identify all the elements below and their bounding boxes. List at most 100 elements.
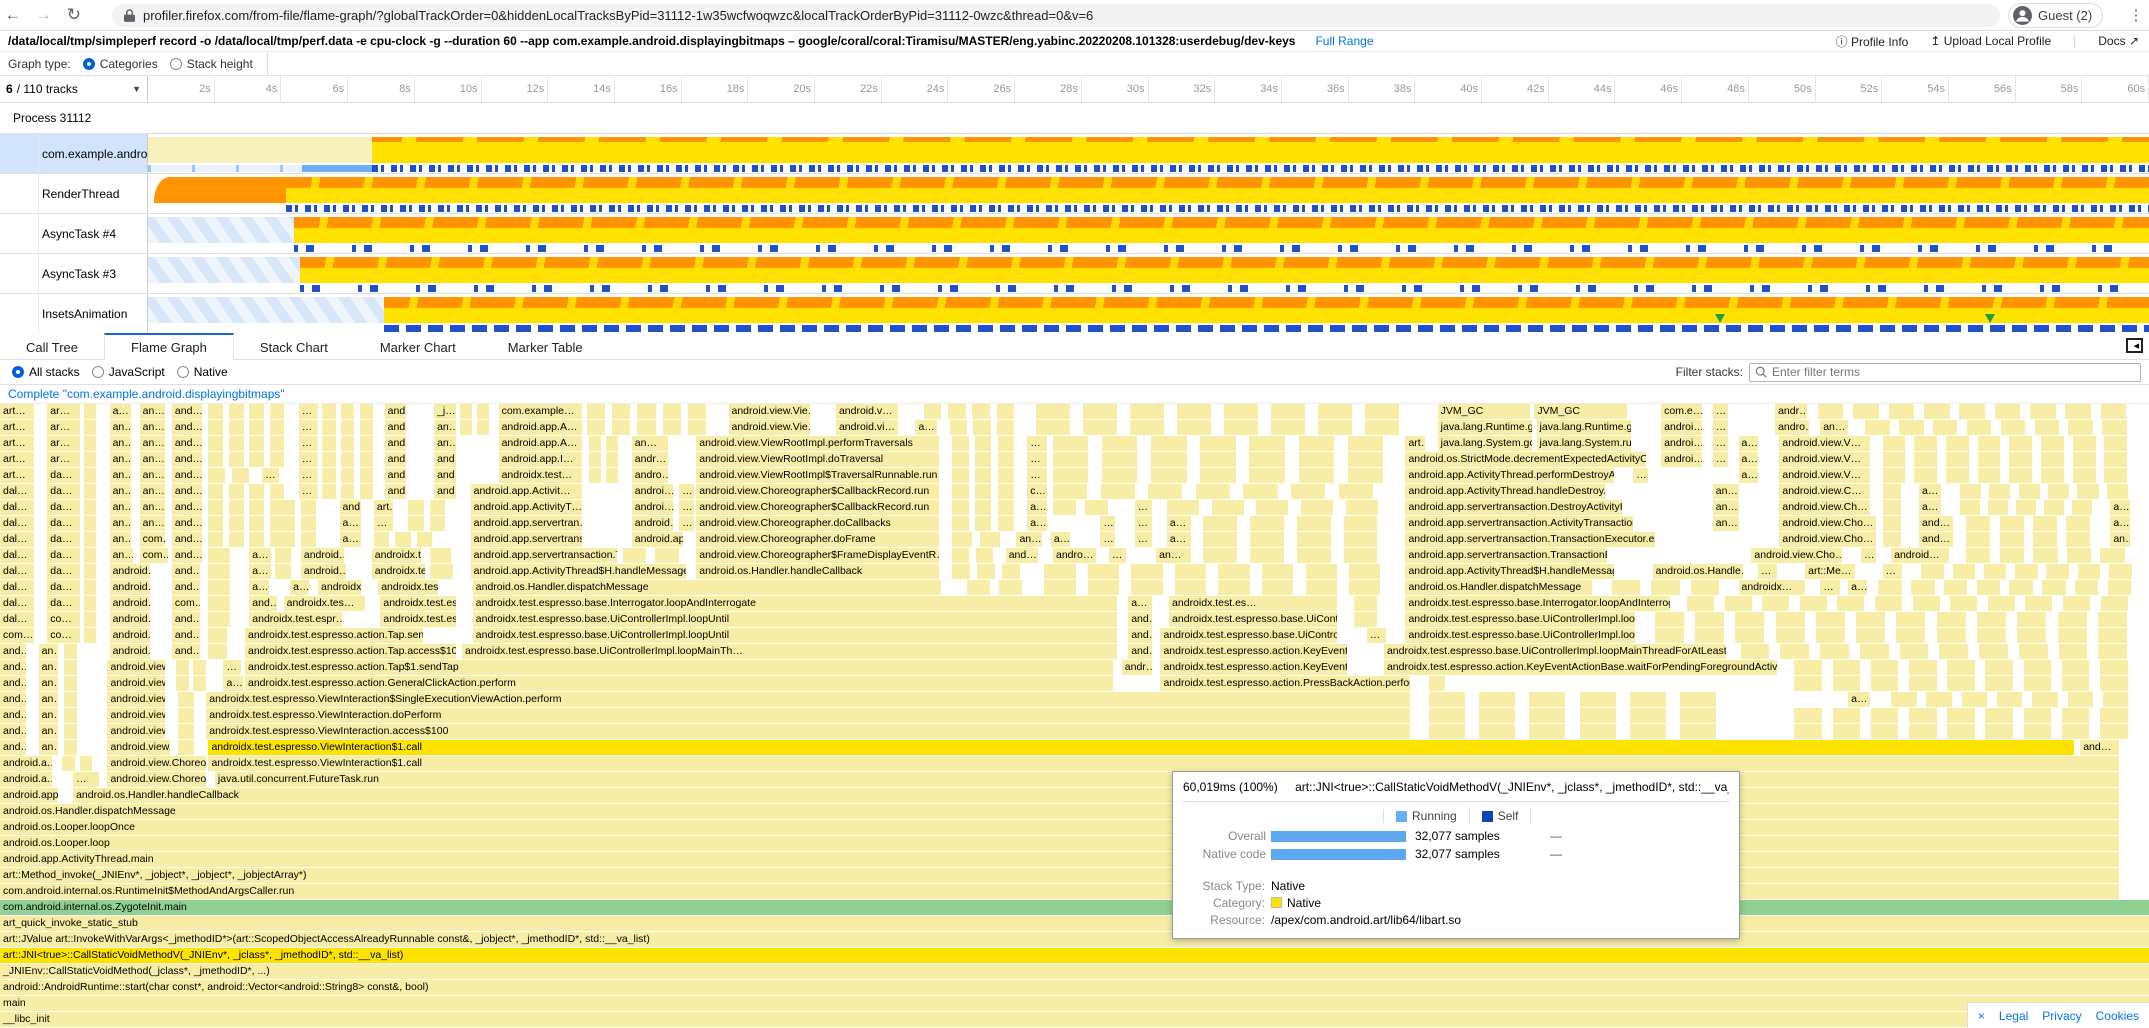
- flame-box[interactable]: and…: [172, 532, 202, 547]
- flame-box[interactable]: [408, 500, 423, 515]
- flame-box[interactable]: [1250, 532, 1284, 547]
- flame-box[interactable]: ar…: [47, 404, 79, 419]
- flame-box[interactable]: [1083, 420, 1117, 435]
- flame-box[interactable]: com.android.internal.os.RuntimeInit$Meth…: [0, 884, 2119, 899]
- flame-box[interactable]: android.app.servertransaction.ActivityTr…: [1405, 516, 1633, 531]
- flame-box[interactable]: [952, 468, 969, 483]
- track-row-com-example-android-[interactable]: com.example.android…: [0, 134, 2149, 174]
- flame-box[interactable]: [1680, 724, 1716, 739]
- flame-box[interactable]: [84, 516, 96, 531]
- flame-box[interactable]: an…: [140, 468, 166, 483]
- flame-box[interactable]: android…: [110, 580, 151, 595]
- flame-box[interactable]: [2100, 676, 2128, 691]
- flame-box[interactable]: [973, 420, 990, 435]
- flame-box[interactable]: [1250, 516, 1284, 531]
- flame-box[interactable]: java.lang.System.runF…: [1537, 436, 1632, 451]
- flame-box[interactable]: android.app.servertransaction.DestroyAct…: [1405, 500, 1622, 515]
- flame-box[interactable]: [606, 452, 618, 467]
- flame-box[interactable]: and…: [2080, 740, 2119, 755]
- flame-box[interactable]: [1200, 468, 1235, 483]
- flame-box[interactable]: a…: [110, 404, 131, 419]
- flame-box[interactable]: [84, 436, 96, 451]
- flame-box[interactable]: [1085, 500, 1108, 515]
- flame-box[interactable]: android.view.C…: [1779, 484, 1869, 499]
- flame-box[interactable]: [2024, 660, 2052, 675]
- flame-box[interactable]: …: [262, 468, 279, 483]
- flame-box[interactable]: [1687, 596, 1714, 611]
- flame-box[interactable]: [1651, 580, 1679, 595]
- flame-box[interactable]: [998, 484, 1015, 499]
- flame-box[interactable]: [1883, 500, 1902, 515]
- flame-box[interactable]: …: [73, 772, 99, 787]
- flame-box[interactable]: an…: [140, 404, 166, 419]
- flame-box[interactable]: [1947, 676, 1975, 691]
- flame-box[interactable]: [2068, 692, 2093, 707]
- flame-box[interactable]: [1580, 692, 1616, 707]
- flame-box[interactable]: [360, 484, 373, 499]
- flame-box[interactable]: [178, 740, 193, 755]
- flame-box[interactable]: a…: [1919, 500, 1940, 515]
- flame-box[interactable]: androidx.test.espresso.action.KeyEvent…: [1160, 660, 1347, 675]
- flame-box[interactable]: [2072, 500, 2092, 515]
- flame-box[interactable]: [229, 404, 244, 419]
- flame-box[interactable]: [2025, 596, 2052, 611]
- flame-box[interactable]: [1985, 724, 2013, 739]
- flame-box[interactable]: [1479, 692, 1515, 707]
- flame-box[interactable]: [178, 724, 193, 739]
- flame-box[interactable]: android.app.servertrans…: [471, 532, 583, 547]
- flame-box[interactable]: [1130, 404, 1164, 419]
- flame-box[interactable]: a…: [249, 548, 270, 563]
- flame-box[interactable]: [952, 548, 969, 563]
- flame-box[interactable]: [1878, 580, 1902, 595]
- flame-box[interactable]: [417, 532, 432, 547]
- flame-box[interactable]: [1102, 468, 1137, 483]
- flame-box[interactable]: [1036, 404, 1070, 419]
- flame-box[interactable]: [1271, 404, 1305, 419]
- flame-box[interactable]: androidx.test.espresso.action.Tap.access…: [245, 644, 456, 659]
- flame-box[interactable]: and…: [172, 548, 202, 563]
- flame-box[interactable]: [1691, 580, 1719, 595]
- flame-box[interactable]: [1479, 708, 1515, 723]
- flame-box[interactable]: [1083, 404, 1117, 419]
- flame-box[interactable]: [1953, 564, 1976, 579]
- flame-box[interactable]: [1580, 724, 1616, 739]
- flame-box[interactable]: [688, 404, 706, 419]
- flame-box[interactable]: [374, 532, 389, 547]
- flame-box[interactable]: [1914, 452, 1937, 467]
- flame-box[interactable]: [1853, 404, 1878, 419]
- flame-box[interactable]: [1833, 724, 1861, 739]
- flame-box[interactable]: [1856, 628, 1885, 643]
- flame-box[interactable]: [952, 564, 970, 579]
- flame-box[interactable]: [1899, 420, 1923, 435]
- flame-box[interactable]: android.view.V…: [1779, 468, 1869, 483]
- flame-box[interactable]: [360, 420, 373, 435]
- flame-box[interactable]: [249, 404, 264, 419]
- flame-box[interactable]: [1937, 612, 1966, 627]
- flame-box[interactable]: an…: [140, 516, 166, 531]
- flame-box[interactable]: and…: [1128, 628, 1152, 643]
- flame-box[interactable]: [952, 500, 969, 515]
- flame-box[interactable]: [84, 548, 96, 563]
- flame-box[interactable]: [663, 420, 681, 435]
- flame-box[interactable]: [229, 420, 244, 435]
- flame-box[interactable]: com.android.internal.os.ZygoteInit.main: [0, 900, 2149, 915]
- flame-box[interactable]: android.view.Ch…: [1779, 500, 1869, 515]
- flame-box[interactable]: and…: [434, 468, 455, 483]
- flame-box[interactable]: [1909, 724, 1937, 739]
- flame-box[interactable]: [2024, 676, 2052, 691]
- flame-box[interactable]: [1947, 660, 1975, 675]
- flame-box[interactable]: [1833, 660, 1861, 675]
- flame-box[interactable]: and…: [385, 468, 406, 483]
- flame-box[interactable]: [208, 500, 223, 515]
- flame-box[interactable]: _j…: [434, 404, 455, 419]
- flame-box[interactable]: [1299, 436, 1334, 451]
- flame-box[interactable]: _JNIEnv::CallStaticVoidMethod(_jclass*, …: [0, 964, 2149, 979]
- upload-profile-button[interactable]: ↥ Upload Local Profile: [1930, 34, 2051, 48]
- flame-box[interactable]: [1088, 580, 1119, 595]
- flame-box[interactable]: android.view.Choreog…: [107, 756, 206, 771]
- flame-box[interactable]: da…: [47, 596, 79, 611]
- flame-box[interactable]: android.v…: [110, 628, 151, 643]
- flame-box[interactable]: and…: [0, 660, 26, 675]
- flame-box[interactable]: androidx.tes…: [284, 596, 366, 611]
- flame-box[interactable]: androidx.test.espresso.base.UiController…: [1405, 612, 1635, 627]
